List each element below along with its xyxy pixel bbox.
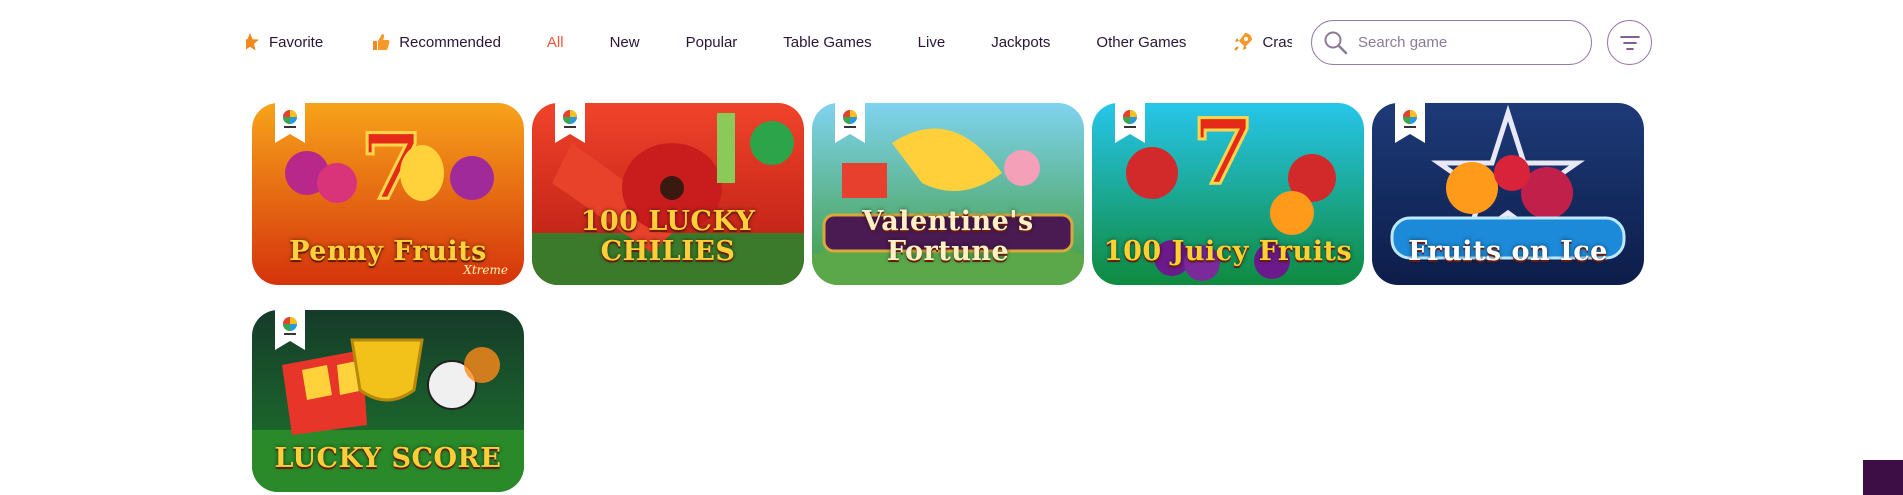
- tab-other-games[interactable]: Other Games: [1073, 22, 1209, 62]
- tab-label: Other Games: [1096, 33, 1187, 51]
- star-icon: [246, 31, 261, 53]
- game-title: Fruits on Ice: [1408, 236, 1608, 267]
- category-tabs: Favorite Recommended All New Popular Table Ga…: [246, 22, 1292, 62]
- filter-button[interactable]: [1607, 20, 1652, 65]
- provider-logo-icon: [275, 310, 305, 350]
- tab-label: Crash games: [1262, 33, 1292, 51]
- game-title: LUCKY SCORE: [274, 443, 502, 474]
- top-navigation-bar: Favorite Recommended All New Popular Table Ga…: [0, 0, 1903, 85]
- category-tabs-scroller[interactable]: Favorite Recommended All New Popular Table Ga…: [246, 22, 1292, 62]
- search-box[interactable]: [1311, 20, 1592, 65]
- tab-label: Favorite: [269, 33, 324, 51]
- tab-favorite[interactable]: Favorite: [246, 22, 346, 62]
- tab-recommended[interactable]: Recommended: [346, 22, 524, 62]
- game-title: 100 LUCKY CHILIES: [580, 206, 756, 267]
- tab-label: All: [546, 33, 564, 51]
- svg-text:7: 7: [1192, 103, 1255, 205]
- tab-table-games[interactable]: Table Games: [760, 22, 894, 62]
- tab-live[interactable]: Live: [895, 22, 969, 62]
- tab-label: Recommended: [399, 33, 501, 51]
- filter-icon: [1619, 35, 1640, 50]
- game-card[interactable]: 7 Penny Fruits Xtreme: [252, 103, 524, 285]
- provider-logo-icon: [555, 103, 585, 143]
- game-card[interactable]: 7 100 Juicy Fruits: [1092, 103, 1364, 285]
- provider-logo-icon: [275, 103, 305, 143]
- search-icon: [1324, 31, 1348, 54]
- provider-logo-icon: [1395, 103, 1425, 143]
- game-card[interactable]: 100 LUCKY CHILIES: [532, 103, 804, 285]
- search-input[interactable]: [1358, 34, 1578, 51]
- rocket-icon: [1232, 31, 1254, 53]
- game-card[interactable]: Fruits on Ice: [1372, 103, 1644, 285]
- tab-all[interactable]: All: [524, 22, 587, 62]
- tab-label: Jackpots: [991, 33, 1051, 51]
- tab-label: Live: [917, 33, 946, 51]
- tab-crash-games[interactable]: Crash games: [1209, 22, 1292, 62]
- tab-new[interactable]: New: [587, 22, 663, 62]
- tab-jackpots[interactable]: Jackpots: [968, 22, 1073, 62]
- provider-logo-icon: [835, 103, 865, 143]
- game-title: Valentine's Fortune: [862, 206, 1034, 267]
- game-title: 100 Juicy Fruits: [1103, 236, 1353, 267]
- corner-widget[interactable]: [1863, 460, 1903, 495]
- tab-label: Popular: [685, 33, 738, 51]
- provider-logo-icon: [1115, 103, 1145, 143]
- game-card[interactable]: Valentine's Fortune: [812, 103, 1084, 285]
- thumbs-up-icon: [369, 31, 391, 53]
- tab-label: New: [609, 33, 640, 51]
- game-subtitle: Xtreme: [463, 263, 508, 277]
- game-card[interactable]: LUCKY SCORE: [252, 310, 524, 492]
- tab-popular[interactable]: Popular: [663, 22, 761, 62]
- tab-label: Table Games: [783, 33, 872, 51]
